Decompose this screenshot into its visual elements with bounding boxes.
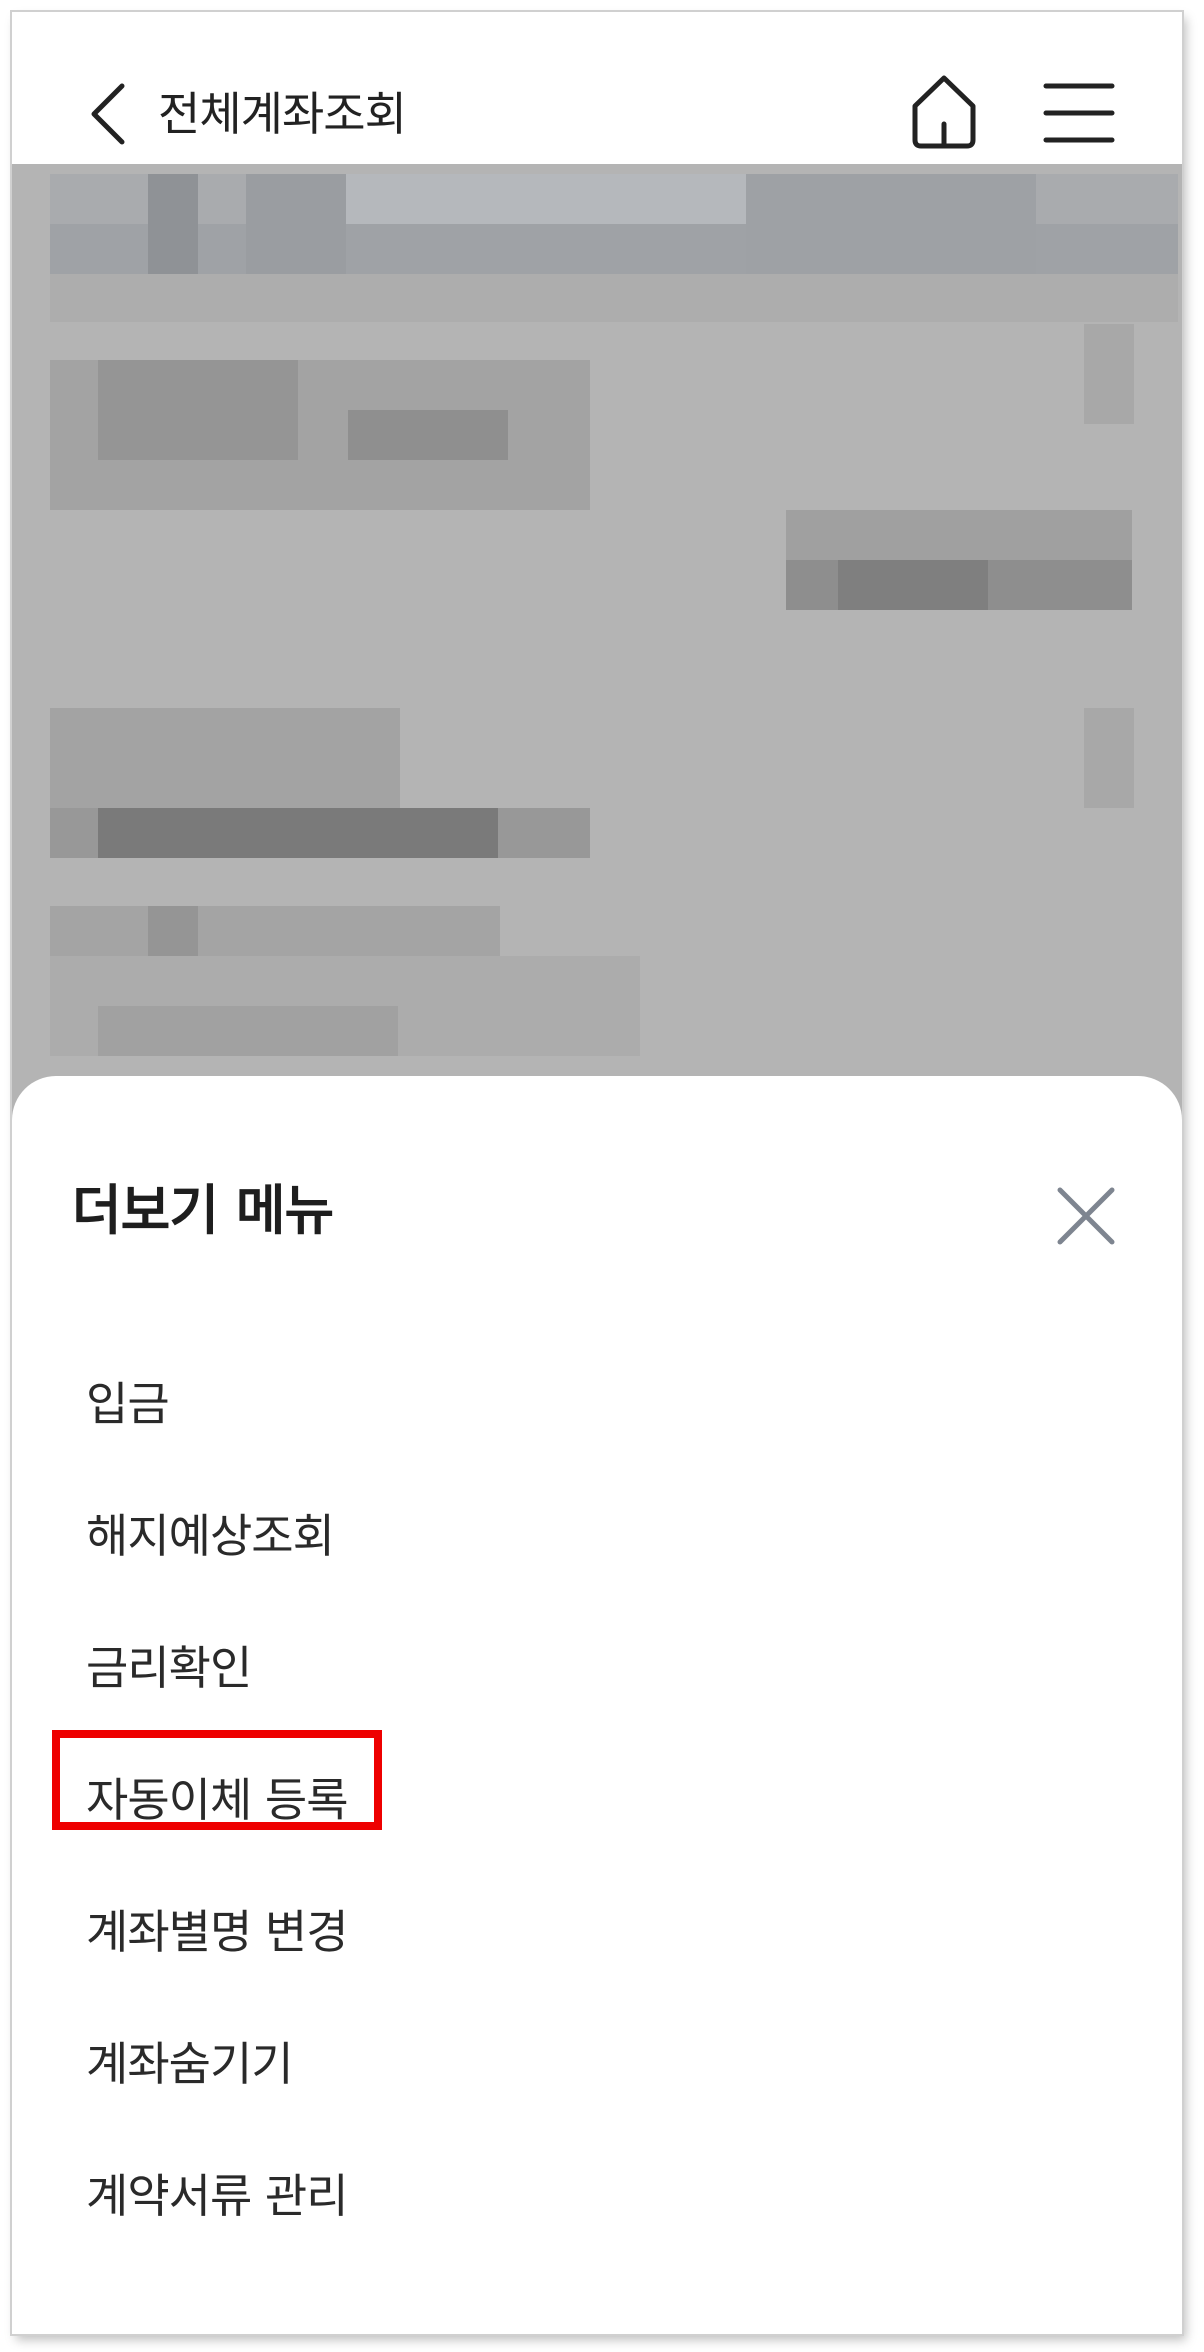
blurred-block [348,410,508,460]
blurred-block [50,274,1178,322]
blurred-block [50,906,500,956]
back-button[interactable] [82,74,138,154]
menu-item-label: 입금 [86,1377,170,1431]
home-button[interactable] [907,70,981,152]
blurred-block [746,174,1036,274]
chevron-left-icon [91,83,125,145]
sheet-title: 더보기 메뉴 [72,1179,334,1242]
hamburger-menu-button[interactable] [1040,80,1118,146]
blurred-block [786,510,1132,560]
dimmed-background-content [12,164,1182,1164]
home-icon [912,75,976,149]
blurred-block [50,708,400,808]
top-app-bar: 전체계좌조회 [12,12,1182,164]
menu-item-account-nickname[interactable]: 계좌별명 변경 [12,1870,1182,2002]
blurred-block [1084,708,1134,808]
menu-item-hide-account[interactable]: 계좌숨기기 [12,2002,1182,2134]
close-icon [1057,1187,1115,1245]
blurred-block [148,174,198,274]
menu-item-termination-estimate[interactable]: 해지예상조회 [12,1474,1182,1606]
menu-item-contract-documents[interactable]: 계약서류 관리 [12,2134,1182,2266]
blurred-block [246,174,346,274]
blurred-block [346,174,746,224]
menu-item-label: 자동이체 등록 [86,1773,349,1827]
more-menu-list: 입금 해지예상조회 금리확인 자동이체 등록 계좌별명 변경 계좌숨기기 계약서… [12,1342,1182,2266]
blurred-block [148,906,198,956]
menu-item-label: 계좌숨기기 [86,2037,294,2091]
menu-item-label: 계약서류 관리 [86,2169,349,2223]
menu-item-label: 계좌별명 변경 [86,1905,349,1959]
blurred-block [98,1006,398,1056]
menu-item-auto-transfer-register[interactable]: 자동이체 등록 [12,1738,1182,1870]
blurred-block [98,808,498,858]
menu-item-deposit[interactable]: 입금 [12,1342,1182,1474]
close-button[interactable] [1054,1184,1118,1248]
menu-item-interest-rate[interactable]: 금리확인 [12,1606,1182,1738]
blurred-block [1084,324,1134,424]
app-screen: 전체계좌조회 더보기 메뉴 입금 해지예상조회 금리확인 자동이체 등록 계좌별… [12,12,1182,2334]
hamburger-menu-icon [1043,83,1115,143]
menu-item-label: 금리확인 [86,1641,252,1695]
menu-item-label: 해지예상조회 [86,1509,335,1563]
blurred-block [838,560,988,610]
blurred-block [98,360,298,460]
page-title: 전체계좌조회 [158,87,407,141]
more-menu-bottom-sheet: 더보기 메뉴 입금 해지예상조회 금리확인 자동이체 등록 계좌별명 변경 계좌… [12,1076,1182,2334]
